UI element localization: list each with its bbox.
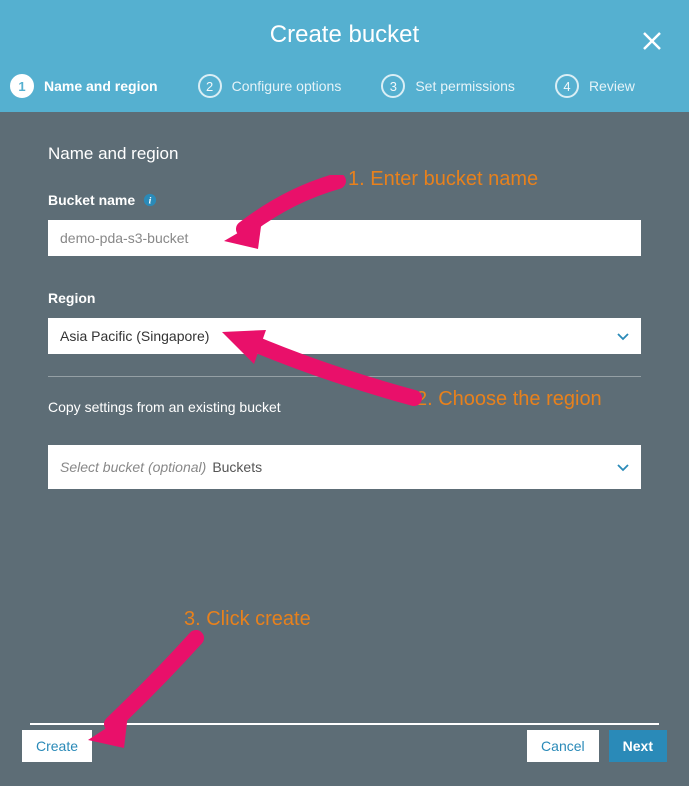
step-label: Review	[589, 78, 635, 94]
svg-text:i: i	[149, 196, 152, 207]
cancel-button[interactable]: Cancel	[527, 730, 599, 762]
step-number: 2	[198, 74, 222, 98]
label-text: Bucket name	[48, 192, 135, 208]
step-number: 3	[381, 74, 405, 98]
close-icon	[641, 30, 663, 52]
dialog-title: Create bucket	[270, 21, 419, 49]
close-button[interactable]	[639, 28, 665, 54]
step-set-permissions[interactable]: 3 Set permissions	[381, 74, 515, 98]
step-review[interactable]: 4 Review	[555, 74, 635, 98]
step-number: 1	[10, 74, 34, 98]
chevron-down-icon	[617, 328, 629, 344]
step-label: Set permissions	[415, 78, 515, 94]
region-select[interactable]: Asia Pacific (Singapore)	[48, 318, 641, 354]
step-configure-options[interactable]: 2 Configure options	[198, 74, 342, 98]
bucket-name-input[interactable]	[48, 220, 641, 256]
dialog-header: Create bucket	[0, 0, 689, 70]
wizard-steps: 1 Name and region 2 Configure options 3 …	[0, 70, 689, 112]
next-button[interactable]: Next	[609, 730, 667, 762]
region-label: Region	[48, 290, 641, 306]
step-label: Name and region	[44, 78, 158, 94]
footer-divider	[30, 723, 659, 725]
bucket-name-label: Bucket name i	[48, 192, 641, 208]
dialog-body: Name and region Bucket name i Region Asi…	[0, 112, 689, 724]
step-number: 4	[555, 74, 579, 98]
step-name-region[interactable]: 1 Name and region	[10, 74, 158, 98]
copy-bucket-select[interactable]: Select bucket (optional)Buckets	[48, 445, 641, 489]
region-value: Asia Pacific (Singapore)	[60, 328, 209, 344]
chevron-down-icon	[617, 459, 629, 475]
step-label: Configure options	[232, 78, 342, 94]
create-button[interactable]: Create	[22, 730, 92, 762]
info-icon[interactable]: i	[143, 193, 157, 207]
divider	[48, 376, 641, 377]
section-title: Name and region	[48, 144, 641, 164]
dialog-footer: Create Cancel Next	[0, 724, 689, 786]
copy-bucket-placeholder: Select bucket (optional)Buckets	[60, 459, 262, 475]
copy-settings-label: Copy settings from an existing bucket	[48, 399, 641, 415]
